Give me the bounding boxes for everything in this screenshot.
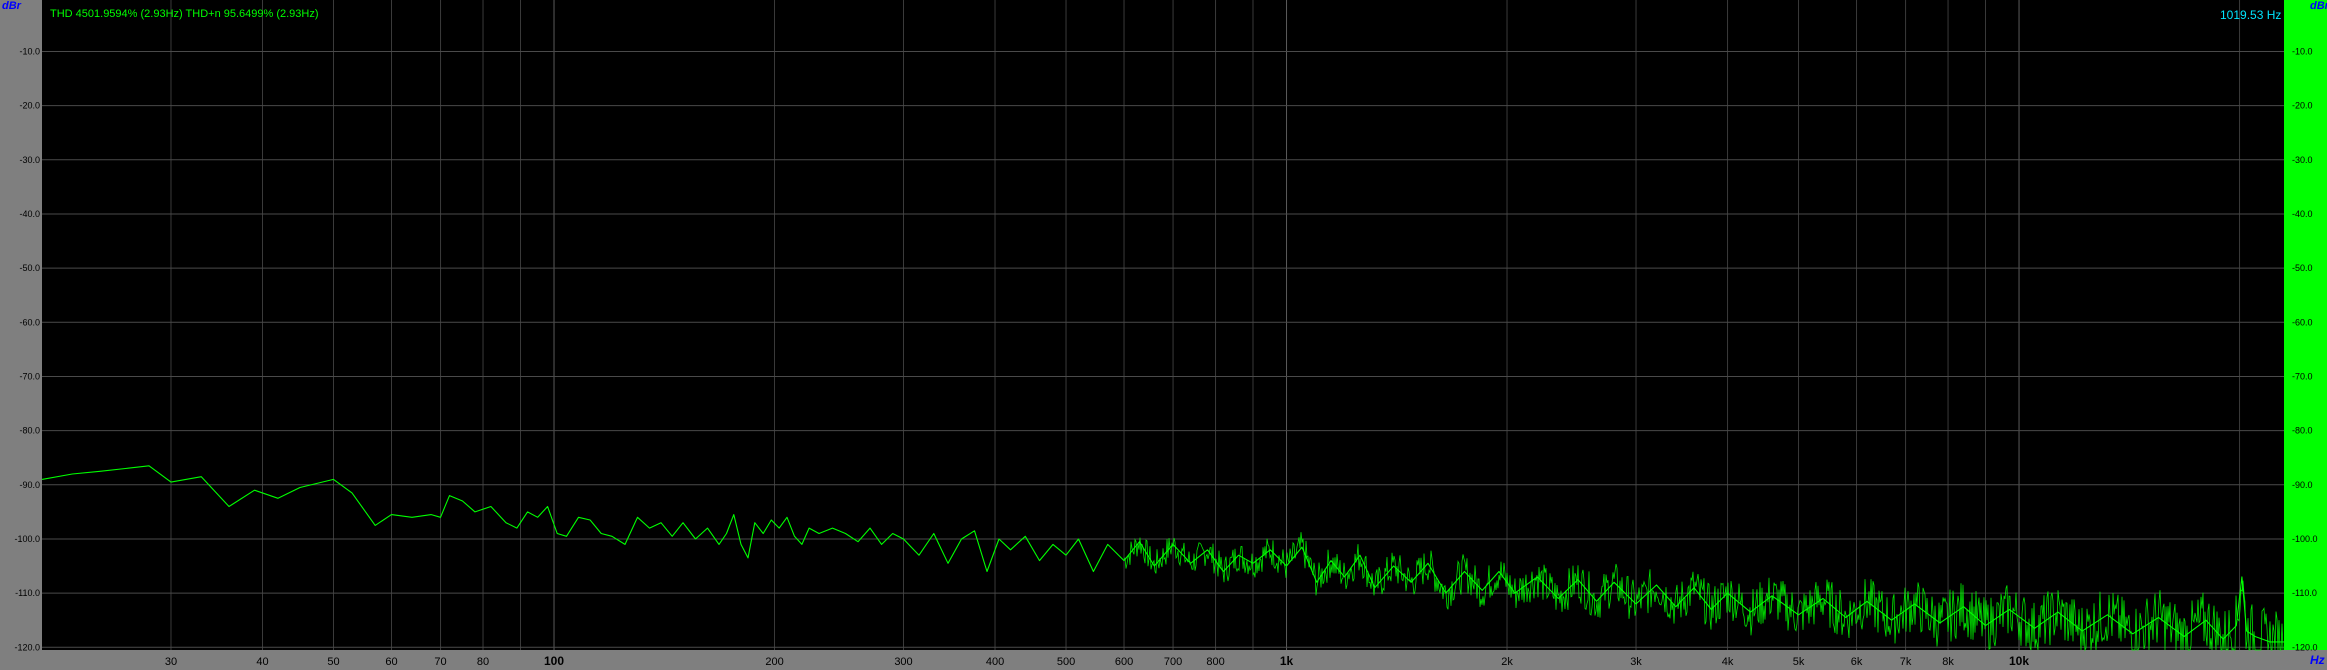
y-tick-label-right: -50.0 — [2292, 263, 2313, 273]
y-tick-label-right: -60.0 — [2292, 317, 2313, 327]
x-tick-label: 60 — [385, 656, 397, 668]
y-tick-label-left: -80.0 — [19, 426, 40, 436]
y-tick-label-right: -120.0 — [2292, 642, 2318, 652]
x-tick-label: 600 — [1115, 656, 1133, 668]
y-tick-label-right: -100.0 — [2292, 534, 2318, 544]
x-tick-label: 4k — [1722, 656, 1734, 668]
x-tick-label: 70 — [434, 656, 446, 668]
x-tick-label: 5k — [1793, 656, 1805, 668]
y-tick-label-left: -40.0 — [19, 209, 40, 219]
x-tick-label: 500 — [1057, 656, 1075, 668]
spectrum-chart[interactable]: 30 40 50 60 70 80 100 200 300 400 500 600 700 800 1k 2k… — [0, 0, 2327, 670]
x-tick-label: 40 — [256, 656, 268, 668]
y-tick-label-left: -70.0 — [19, 371, 40, 381]
y-tick-label-right: -80.0 — [2292, 426, 2313, 436]
y-tick-label-left: -10.0 — [19, 46, 40, 56]
y-tick-label-right: -20.0 — [2292, 101, 2313, 111]
y-tick-label-left: -100.0 — [14, 534, 40, 544]
x-tick-label: 50 — [327, 656, 339, 668]
spectrum-noise-floor — [1123, 532, 2284, 652]
y-tick-label-right: -30.0 — [2292, 155, 2313, 165]
y-tick-label-right: -70.0 — [2292, 371, 2313, 381]
x-tick-label: 1k — [1280, 654, 1294, 668]
thd-readout: THD 4501.9594% (2.93Hz) THD+n 95.6499% (… — [50, 8, 319, 20]
x-tick-label: 400 — [986, 656, 1004, 668]
x-tick-label: 6k — [1851, 656, 1863, 668]
y-unit-right: dBr — [2310, 0, 2327, 12]
x-tick-label: 30 — [165, 656, 177, 668]
y-tick-label-left: -90.0 — [19, 480, 40, 490]
y-unit-left: dBr — [2, 0, 21, 12]
y-tick-label-right: -40.0 — [2292, 209, 2313, 219]
x-tick-label: 200 — [765, 656, 783, 668]
x-tick-label: 300 — [894, 656, 912, 668]
y-tick-label-right: -110.0 — [2292, 588, 2317, 598]
y-tick-label-left: -30.0 — [19, 155, 40, 165]
x-tick-label: 10k — [2009, 654, 2029, 668]
x-unit-label: Hz — [2310, 653, 2325, 667]
x-tick-label: 800 — [1206, 656, 1224, 668]
x-tick-label: 80 — [477, 656, 489, 668]
y-tick-label-left: -20.0 — [19, 101, 40, 111]
y-tick-label-right: -90.0 — [2292, 480, 2313, 490]
x-tick-label: 8k — [1942, 656, 1954, 668]
x-tick-label: 7k — [1900, 656, 1912, 668]
x-tick-label: 3k — [1630, 656, 1642, 668]
y-tick-label-left: -50.0 — [19, 263, 40, 273]
y-tick-label-right: -10.0 — [2292, 46, 2313, 56]
y-tick-label-left: -110.0 — [15, 588, 40, 598]
peak-frequency-readout: 1019.53 Hz — [2220, 8, 2282, 22]
x-tick-label: 2k — [1501, 656, 1513, 668]
x-tick-label: 700 — [1164, 656, 1182, 668]
y-tick-label-left: -120.0 — [14, 642, 40, 652]
x-tick-label: 100 — [544, 654, 564, 668]
y-tick-label-left: -60.0 — [19, 317, 40, 327]
analyzer-window: 30 40 50 60 70 80 100 200 300 400 500 600 700 800 1k 2k… — [0, 0, 2327, 670]
